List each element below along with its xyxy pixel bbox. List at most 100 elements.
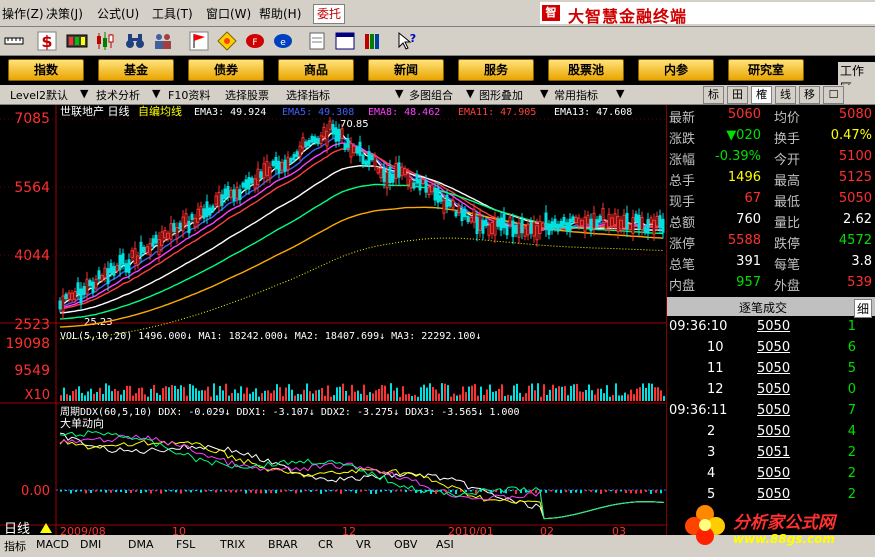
tab-indicator[interactable]: 指标 [4,538,26,554]
volume-bar [405,394,407,401]
tab-cr[interactable]: CR [318,538,333,551]
multi-chart-button[interactable]: 多图组合 [409,87,453,103]
tab-dmi[interactable]: DMI [80,538,101,551]
quote-board-icon[interactable] [66,30,88,52]
select-indicator-button[interactable]: 选择指标 [286,87,330,103]
notepad-icon[interactable] [306,30,328,52]
candlestick-icon[interactable] [94,30,116,52]
overlay-button[interactable]: 图形叠加 [479,87,523,103]
candle-body [397,162,401,178]
tab-restore[interactable]: ☐ [823,86,844,104]
nav-index[interactable]: 指数 [8,59,84,81]
menu-item-operate[interactable]: 操作(Z) [2,5,44,22]
chart-area[interactable]: 7085 5564 4044 2523 世联地产 日线 自编均线 EMA3: 4… [0,104,666,538]
red-disc-icon[interactable]: F [244,30,266,52]
ddx-bar [80,490,82,492]
volume-bar [63,387,65,401]
candle-body [364,160,368,166]
candle-body [214,195,218,205]
menu-item-decision[interactable]: 决策(J) [46,5,83,22]
menu-item-window[interactable]: 窗口(W) [206,5,251,22]
volume-bar [102,393,104,401]
tab-mark[interactable]: 标 [703,86,724,104]
tab-vr[interactable]: VR [356,538,371,551]
candle-body [628,223,632,231]
nav-bond[interactable]: 债券 [188,59,264,81]
candle-body [601,208,605,221]
quote-row: 涨幅 -0.39% 今开 5100 [667,149,875,170]
blue-disc-icon[interactable]: e [272,30,294,52]
binoculars-icon[interactable] [124,30,146,52]
tab-trix[interactable]: TRIX [220,538,245,551]
ddx-bar [470,490,472,492]
nav-news[interactable]: 新闻 [368,59,444,81]
dropdown-arrow-icon[interactable]: ▼ [395,87,403,100]
tab-macd[interactable]: MACD [36,538,69,551]
f10-button[interactable]: F10资料 [168,87,210,103]
trade-button[interactable]: 委托 [313,4,345,24]
dollar-icon[interactable]: $ [36,30,58,52]
select-stock-button[interactable]: 选择股票 [225,87,269,103]
dropdown-arrow-icon[interactable]: ▼ [80,87,88,100]
nav-service[interactable]: 服务 [458,59,534,81]
quote-value: 5060 [727,107,761,122]
chart-svg[interactable]: 7085 5564 4044 2523 世联地产 日线 自编均线 EMA3: 4… [0,104,666,538]
tab-fsl[interactable]: FSL [176,538,195,551]
dropdown-arrow-icon[interactable]: ▼ [540,87,548,100]
quote-value: 5125 [838,170,872,185]
common-indicator-button[interactable]: 常用指标 [554,87,598,103]
people-icon[interactable] [152,30,174,52]
dropdown-arrow-icon[interactable]: ▼ [152,87,160,100]
tech-analysis-button[interactable]: 技术分析 [96,87,140,103]
candle-body [280,162,284,171]
dropdown-arrow-icon[interactable]: ▼ [616,87,624,100]
dropdown-arrow-icon[interactable]: ▼ [466,87,474,100]
volume-bar [516,383,518,401]
tab-obv[interactable]: OBV [394,538,417,551]
nav-stock-pool[interactable]: 股票池 [548,59,624,81]
period-label[interactable]: 日线 [4,522,30,537]
help-cursor-icon[interactable]: ? [396,30,418,52]
ddx-bar [295,490,297,494]
ruler-icon[interactable] [3,30,25,52]
tab-line[interactable]: 线 [775,86,796,104]
tab-dma[interactable]: DMA [128,538,154,551]
flag-icon[interactable] [188,30,210,52]
nav-insider[interactable]: 内参 [638,59,714,81]
nav-research[interactable]: 研究室 [728,59,804,81]
menu-item-formula[interactable]: 公式(U) [97,5,139,22]
ddx-bar [310,490,312,492]
candle-body [469,216,473,223]
quote-value: 5080 [838,107,872,122]
menu-item-help[interactable]: 帮助(H) [259,5,301,22]
candle-body [403,168,407,176]
volume-bar [615,383,617,401]
tab-rights[interactable]: 榷 [751,86,772,104]
books-icon[interactable] [362,30,384,52]
ddx-bar [95,490,97,492]
volume-bar [567,395,569,401]
tab-asi[interactable]: ASI [436,538,454,551]
nav-commodity[interactable]: 商品 [278,59,354,81]
ddx-bar [305,490,307,492]
ddx-bar [360,490,362,492]
tab-grid[interactable]: 田 [727,86,748,104]
ddx-bar [195,490,197,492]
window-icon[interactable] [334,30,356,52]
tab-move[interactable]: 移 [799,86,820,104]
layout-select[interactable]: Level2默认 [10,87,68,103]
watermark-title: 分析家公式网 [733,513,835,533]
nav-fund[interactable]: 基金 [98,59,174,81]
ddx-bar [215,490,217,493]
menu-item-tools[interactable]: 工具(T) [152,5,193,22]
volume-bar [216,395,218,401]
candle-body [598,215,602,222]
candle-body [493,218,497,236]
quote-value: -0.39% [715,149,761,164]
ticks-detail-button[interactable]: 细 [853,299,872,318]
volume-bar [78,386,80,401]
tick-price: 5051 [757,445,791,460]
diamond-icon[interactable] [216,30,238,52]
tab-brar[interactable]: BRAR [268,538,298,551]
volume-bar [534,390,536,401]
